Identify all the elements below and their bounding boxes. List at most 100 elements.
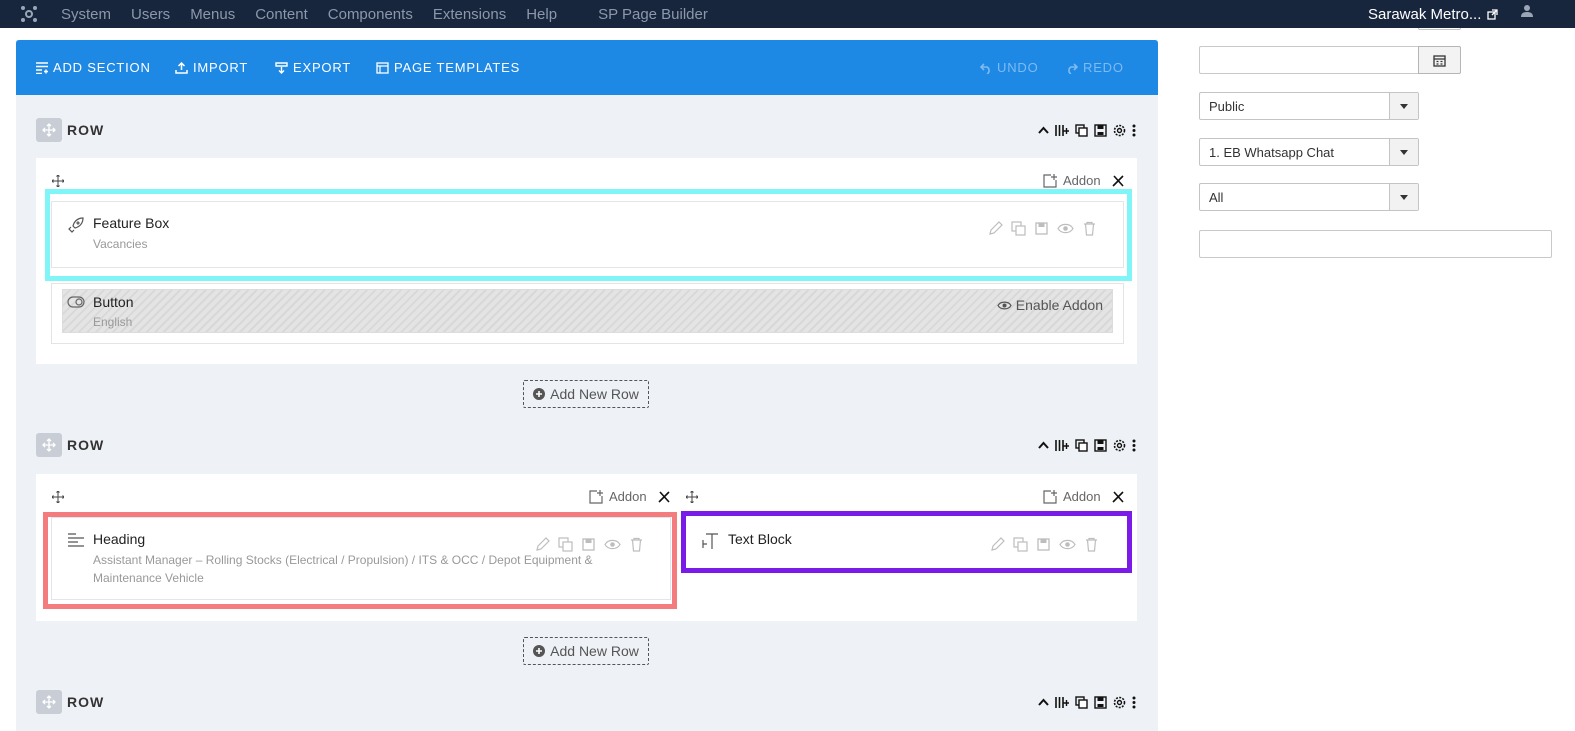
addon-heading[interactable]: Heading Assistant Manager – Rolling Stoc… bbox=[51, 517, 671, 600]
save-icon[interactable] bbox=[1094, 438, 1107, 452]
columns-icon[interactable] bbox=[1055, 438, 1069, 452]
import-button[interactable]: IMPORT bbox=[175, 40, 248, 95]
duplicate-icon[interactable] bbox=[1075, 123, 1088, 137]
note-input[interactable] bbox=[1199, 230, 1552, 258]
add-addon-icon bbox=[589, 489, 603, 504]
addon-text-block[interactable]: Text Block bbox=[686, 517, 1124, 566]
column-settings-icon[interactable] bbox=[658, 491, 670, 503]
export-label: EXPORT bbox=[293, 60, 352, 75]
row-drag-handle[interactable] bbox=[36, 118, 62, 142]
add-new-row-button[interactable]: Add New Row bbox=[523, 637, 649, 665]
addon-subtitle: Vacancies bbox=[93, 237, 148, 251]
addon-feature-box[interactable]: Feature Box Vacancies bbox=[51, 201, 1124, 268]
module-select-value: 1. EB Whatsapp Chat bbox=[1209, 145, 1335, 160]
column-move-icon[interactable] bbox=[52, 491, 64, 503]
save-icon[interactable] bbox=[1036, 537, 1051, 552]
edit-icon[interactable] bbox=[988, 221, 1003, 236]
menu-sp-page-builder[interactable]: SP Page Builder bbox=[598, 6, 708, 23]
trash-icon[interactable] bbox=[1084, 537, 1099, 552]
menu-help[interactable]: Help bbox=[526, 6, 557, 23]
more-options-icon[interactable] bbox=[1132, 696, 1136, 709]
addon-actions bbox=[980, 221, 1097, 236]
undo-icon bbox=[980, 62, 990, 74]
duplicate-icon[interactable] bbox=[1011, 221, 1026, 236]
column-move-icon[interactable] bbox=[52, 175, 64, 187]
edit-icon[interactable] bbox=[535, 537, 550, 552]
site-link[interactable]: Sarawak Metro... bbox=[1368, 0, 1499, 28]
add-addon-link[interactable]: Addon bbox=[1043, 489, 1101, 504]
column-move-icon[interactable] bbox=[686, 491, 698, 503]
save-icon[interactable] bbox=[581, 537, 596, 552]
save-icon[interactable] bbox=[1094, 695, 1107, 709]
add-new-row-button[interactable]: Add New Row bbox=[523, 380, 649, 408]
row-header-3: ROW bbox=[36, 690, 1136, 716]
save-icon[interactable] bbox=[1034, 221, 1049, 236]
columns-icon[interactable] bbox=[1055, 695, 1069, 709]
date-input[interactable] bbox=[1199, 46, 1419, 74]
trash-icon[interactable] bbox=[629, 537, 644, 552]
add-addon-link[interactable]: Addon bbox=[1043, 173, 1101, 188]
menu-menus[interactable]: Menus bbox=[190, 6, 235, 23]
language-select[interactable]: All bbox=[1199, 183, 1419, 211]
add-section-icon bbox=[36, 61, 48, 74]
language-select-value: All bbox=[1209, 190, 1224, 205]
enable-addon-label: Enable Addon bbox=[1015, 297, 1103, 313]
user-icon[interactable] bbox=[1520, 4, 1534, 18]
calendar-button[interactable] bbox=[1418, 46, 1461, 74]
eye-icon[interactable] bbox=[1059, 537, 1076, 552]
columns-icon[interactable] bbox=[1055, 123, 1069, 137]
row-title: ROW bbox=[67, 122, 105, 138]
trash-icon[interactable] bbox=[1082, 221, 1097, 236]
text-block-icon bbox=[702, 533, 718, 549]
module-select[interactable]: 1. EB Whatsapp Chat bbox=[1199, 138, 1419, 166]
menu-system[interactable]: System bbox=[61, 6, 111, 23]
column-settings-icon[interactable] bbox=[1112, 175, 1124, 187]
settings-gear-icon[interactable] bbox=[1113, 439, 1126, 452]
collapse-icon[interactable] bbox=[1038, 698, 1049, 706]
save-icon[interactable] bbox=[1094, 123, 1107, 137]
eye-icon[interactable] bbox=[604, 537, 621, 552]
collapse-icon[interactable] bbox=[1038, 441, 1049, 449]
edit-icon[interactable] bbox=[990, 537, 1005, 552]
duplicate-icon[interactable] bbox=[558, 537, 573, 552]
page-templates-button[interactable]: PAGE TEMPLATES bbox=[376, 40, 520, 95]
duplicate-icon[interactable] bbox=[1013, 537, 1028, 552]
access-select[interactable]: Public bbox=[1199, 92, 1419, 120]
more-options-icon[interactable] bbox=[1132, 124, 1136, 137]
settings-gear-icon[interactable] bbox=[1113, 124, 1126, 137]
enable-addon-button[interactable]: Enable Addon bbox=[997, 297, 1103, 313]
row-header-1: ROW bbox=[36, 118, 1136, 144]
undo-button[interactable]: UNDO bbox=[980, 40, 1038, 95]
admin-top-nav: System Users Menus Content Components Ex… bbox=[0, 0, 1575, 28]
menu-components[interactable]: Components bbox=[328, 6, 413, 23]
duplicate-icon[interactable] bbox=[1075, 438, 1088, 452]
template-icon bbox=[376, 61, 389, 74]
row-body-1: Addon Feature Box Vacancies Button Engli… bbox=[36, 158, 1137, 364]
addon-label: Addon bbox=[1063, 173, 1101, 188]
chevron-down-icon bbox=[1389, 139, 1418, 165]
row-drag-handle[interactable] bbox=[36, 690, 62, 714]
addon-name: Heading bbox=[93, 531, 146, 547]
duplicate-icon[interactable] bbox=[1075, 695, 1088, 709]
admin-menu: System Users Menus Content Components Ex… bbox=[61, 0, 728, 28]
column-settings-icon[interactable] bbox=[1112, 491, 1124, 503]
export-button[interactable]: EXPORT bbox=[275, 40, 351, 95]
add-addon-link[interactable]: Addon bbox=[589, 489, 647, 504]
access-select-value: Public bbox=[1209, 99, 1245, 114]
menu-extensions[interactable]: Extensions bbox=[433, 6, 506, 23]
more-options-icon[interactable] bbox=[1132, 439, 1136, 452]
menu-users[interactable]: Users bbox=[131, 6, 170, 23]
rocket-icon bbox=[68, 217, 84, 233]
add-section-button[interactable]: ADD SECTION bbox=[36, 40, 151, 95]
redo-button[interactable]: REDO bbox=[1066, 40, 1124, 95]
eye-icon[interactable] bbox=[1057, 221, 1074, 236]
collapse-icon[interactable] bbox=[1038, 126, 1049, 134]
joomla-logo-icon[interactable] bbox=[19, 4, 39, 24]
row-header-2: ROW bbox=[36, 433, 1136, 459]
import-label: IMPORT bbox=[193, 60, 249, 75]
row-drag-handle[interactable] bbox=[36, 433, 62, 457]
menu-content[interactable]: Content bbox=[255, 6, 308, 23]
settings-gear-icon[interactable] bbox=[1113, 696, 1126, 709]
addon-button-disabled[interactable]: Button English Enable Addon bbox=[62, 289, 1113, 333]
add-section-label: ADD SECTION bbox=[53, 60, 151, 75]
